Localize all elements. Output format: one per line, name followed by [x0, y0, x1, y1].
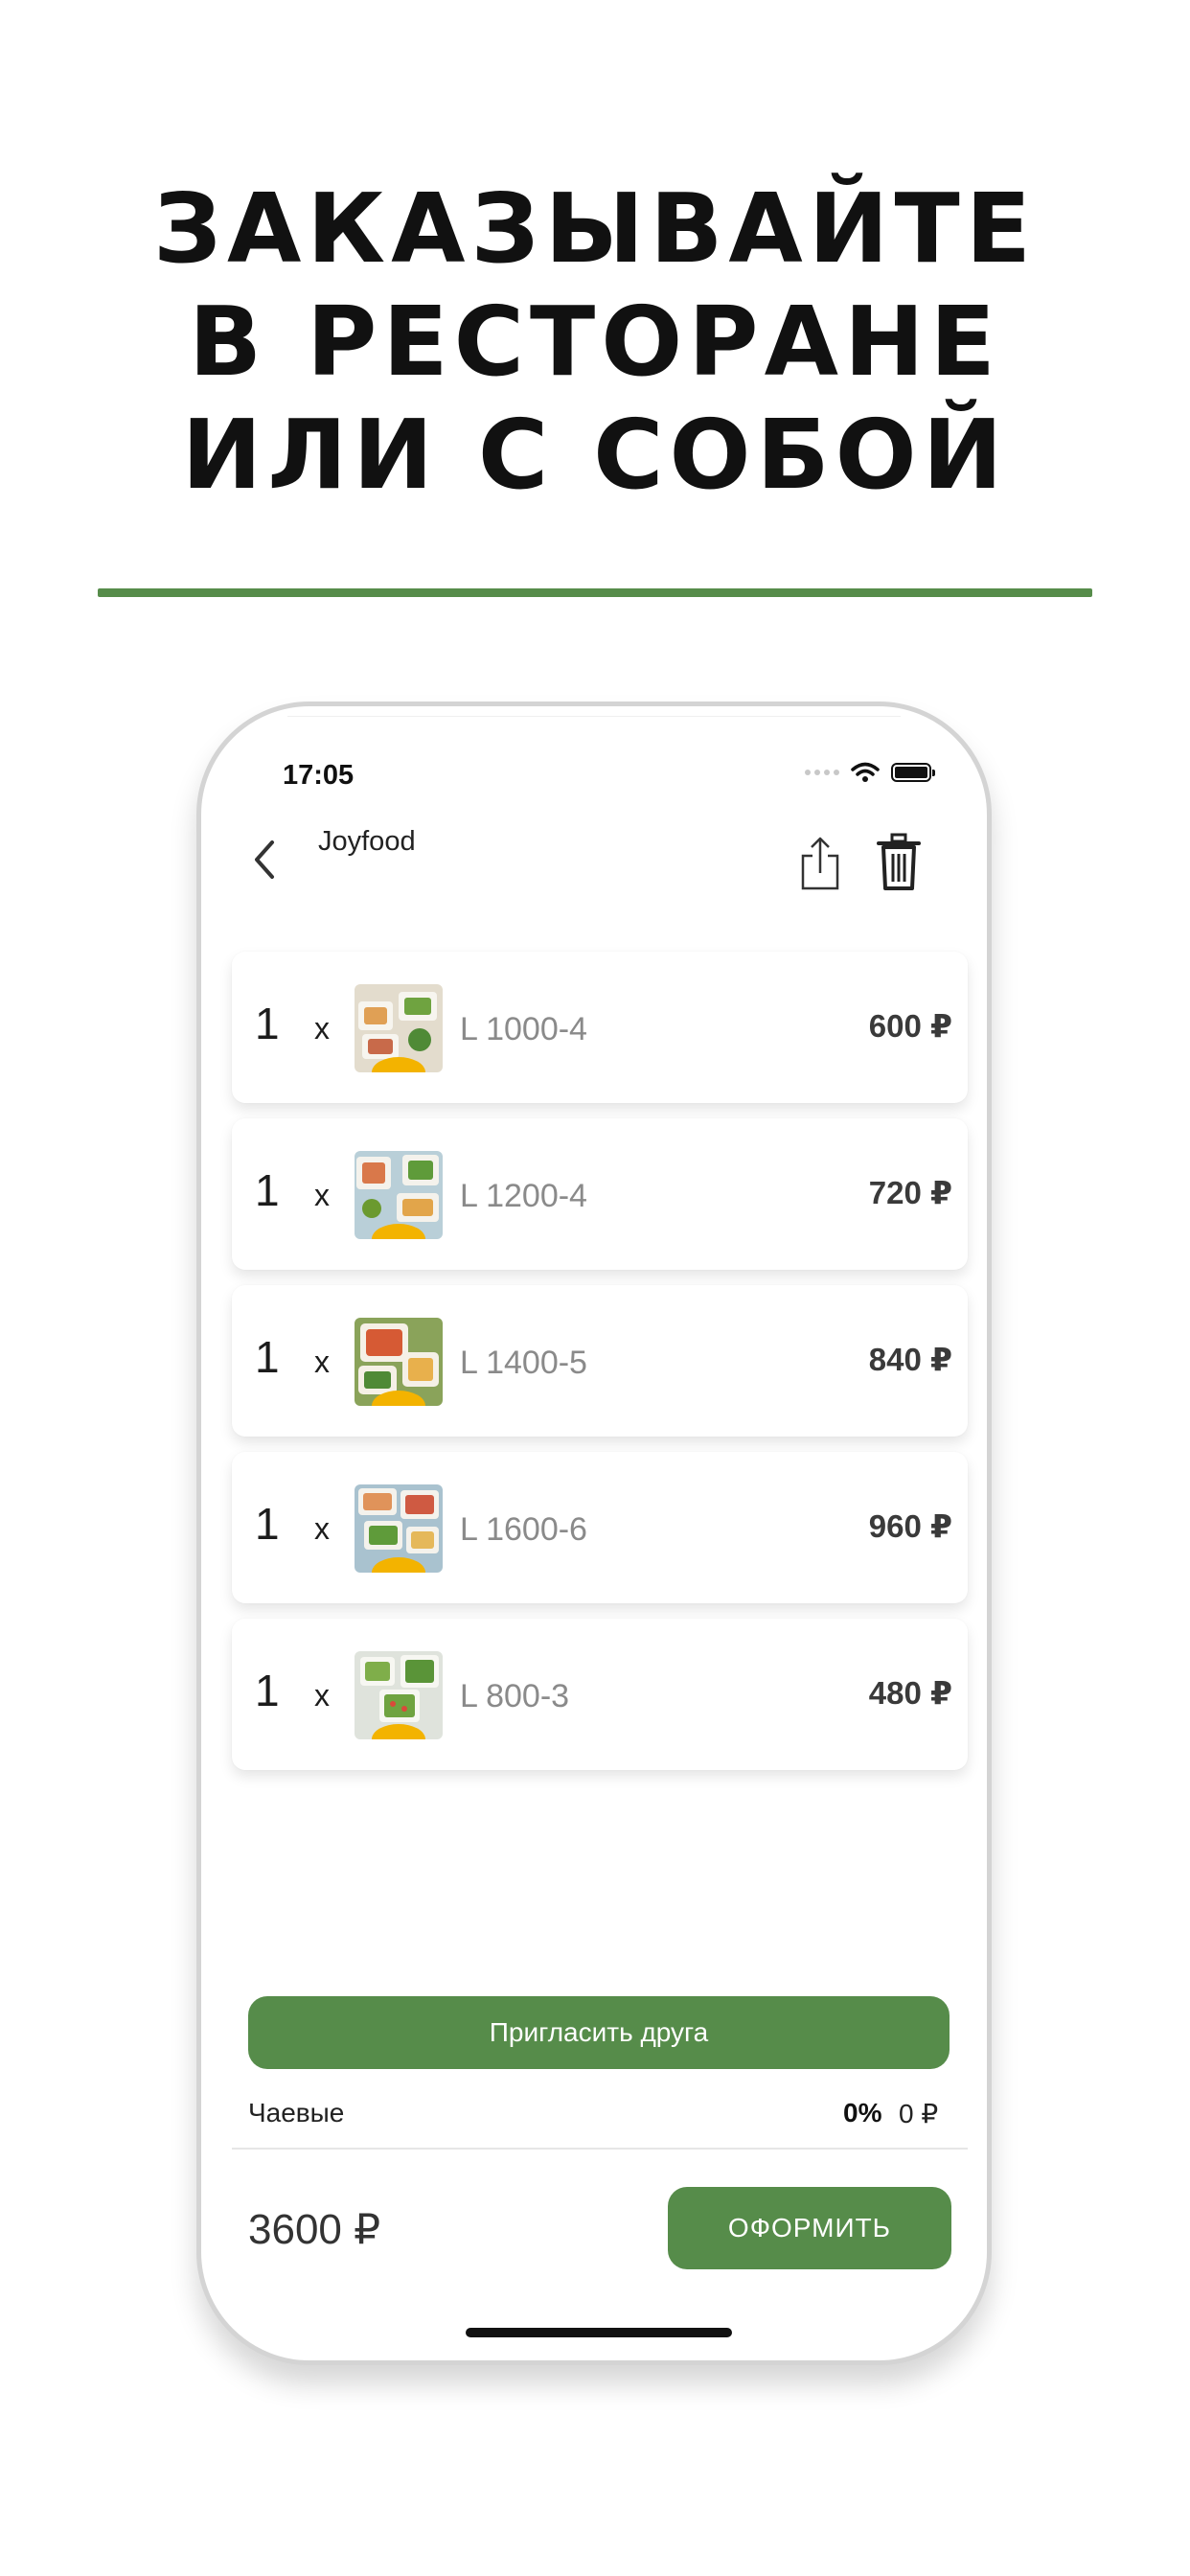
- home-indicator: [466, 2328, 732, 2337]
- item-name: L 1000-4: [460, 1011, 587, 1047]
- item-price: 480 ₽: [868, 1675, 952, 1711]
- promo-headline: ЗАКАЗЫВАЙТЕ В РЕСТОРАНЕ ИЛИ С СОБОЙ: [0, 172, 1190, 512]
- item-price: 960 ₽: [868, 1508, 952, 1544]
- times-sign: x: [314, 1511, 330, 1546]
- item-quantity: 1: [255, 1499, 280, 1549]
- status-icons: [805, 762, 935, 783]
- times-sign: x: [314, 1178, 330, 1212]
- battery-icon: [891, 763, 935, 782]
- dish-thumbnail: [355, 1484, 443, 1573]
- dish-thumbnail: [355, 1318, 443, 1406]
- item-price: 840 ₽: [868, 1342, 952, 1377]
- tips-amount: 0 ₽: [899, 2099, 939, 2128]
- dish-thumbnail: [355, 1651, 443, 1739]
- item-quantity: 1: [255, 1165, 280, 1215]
- times-sign: x: [314, 1011, 330, 1046]
- tips-percent[interactable]: 0%: [843, 2098, 881, 2128]
- cart-item[interactable]: 1 x L 1000-4 600 ₽: [232, 952, 968, 1103]
- cart-list: 1 x L 1000-4 600 ₽ 1 x L 1200-4 720 ₽ 1 …: [232, 952, 968, 1785]
- order-total: 3600 ₽: [248, 2206, 381, 2253]
- item-name: L 800-3: [460, 1678, 570, 1714]
- headline-line-2: В РЕСТОРАНЕ: [189, 286, 1001, 398]
- checkout-button[interactable]: ОФОРМИТЬ: [668, 2187, 951, 2269]
- item-price: 720 ₽: [868, 1175, 952, 1210]
- item-quantity: 1: [255, 999, 280, 1048]
- signal-icon: [805, 770, 839, 775]
- cart-item[interactable]: 1 x L 1400-5 840 ₽: [232, 1285, 968, 1437]
- trash-icon[interactable]: [876, 833, 922, 892]
- item-name: L 1400-5: [460, 1345, 587, 1381]
- item-quantity: 1: [255, 1332, 280, 1382]
- times-sign: x: [314, 1678, 330, 1713]
- item-quantity: 1: [255, 1666, 280, 1715]
- item-name: L 1200-4: [460, 1178, 587, 1214]
- times-sign: x: [314, 1345, 330, 1379]
- phone-frame: 17:05 Joyfood 1 x L 1000-4 600 ₽ 1 x L 1…: [196, 702, 992, 2365]
- phone-notch: [287, 716, 901, 723]
- status-time: 17:05: [283, 760, 355, 791]
- share-icon[interactable]: [797, 835, 843, 892]
- headline-line-1: ЗАКАЗЫВАЙТЕ: [152, 172, 1038, 285]
- tips-label: Чаевые: [248, 2098, 345, 2128]
- item-name: L 1600-6: [460, 1511, 587, 1548]
- cart-item[interactable]: 1 x L 800-3 480 ₽: [232, 1619, 968, 1770]
- headline-divider: [98, 588, 1092, 597]
- cart-item[interactable]: 1 x L 1600-6 960 ₽: [232, 1452, 968, 1603]
- chevron-left-icon[interactable]: [245, 833, 284, 886]
- item-price: 600 ₽: [868, 1008, 952, 1044]
- dish-thumbnail: [355, 984, 443, 1072]
- cart-item[interactable]: 1 x L 1200-4 720 ₽: [232, 1118, 968, 1270]
- wifi-icon: [851, 762, 880, 782]
- invite-friend-button[interactable]: Пригласить друга: [248, 1996, 950, 2069]
- dish-thumbnail: [355, 1151, 443, 1239]
- headline-line-3: ИЛИ С СОБОЙ: [181, 399, 1009, 511]
- restaurant-title: Joyfood: [318, 826, 416, 857]
- footer-divider: [232, 2148, 968, 2150]
